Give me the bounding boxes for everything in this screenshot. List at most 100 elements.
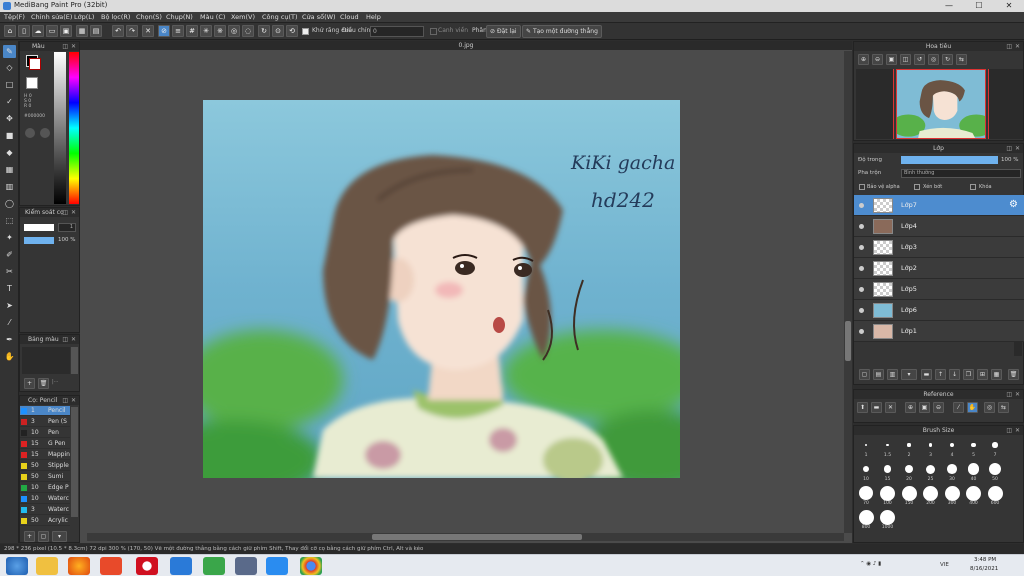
ref-close-icon[interactable]: ✕	[885, 402, 896, 413]
brush-size-dot[interactable]	[971, 442, 976, 448]
cloud-icon[interactable]: ☁	[32, 25, 44, 37]
computer-icon[interactable]	[235, 557, 257, 575]
layer-menu-icon[interactable]: ▾	[901, 369, 917, 380]
eye-icon[interactable]	[859, 329, 864, 334]
menu-color[interactable]: Màu (C)	[200, 13, 225, 21]
layer-row[interactable]: Lớp1	[854, 321, 1024, 342]
brush-list-scrollbar[interactable]	[71, 407, 78, 517]
parallel-snap-icon[interactable]: ≡	[172, 25, 184, 37]
brush-size-dot[interactable]	[907, 443, 911, 447]
v-scrollbar[interactable]	[844, 51, 852, 533]
layer-row[interactable]: Lớp7 ⚙	[854, 195, 1024, 216]
new-layer-icon[interactable]: ▢	[859, 369, 870, 380]
brush-size-dot[interactable]	[858, 509, 874, 525]
h-scrollbar[interactable]	[87, 533, 844, 541]
brush-list-item[interactable]: 3 Waterc	[20, 505, 70, 515]
menu-edit[interactable]: Chỉnh sửa(E)	[31, 13, 72, 21]
brush-list-item[interactable]: 10 Edge P	[20, 483, 70, 493]
brush-size-dot[interactable]	[923, 485, 938, 501]
gradient-tool-icon[interactable]: ▦	[3, 163, 16, 176]
tray-icons[interactable]: ⌃ ◉ ♪ ▮	[860, 561, 881, 567]
antialias-checkbox[interactable]	[302, 28, 309, 35]
pin-icon[interactable]: ◫	[1006, 42, 1012, 51]
brush-list-item[interactable]: 50 Acrylic	[20, 516, 70, 526]
utility-icon[interactable]	[203, 557, 225, 575]
fit-icon[interactable]: ▣	[886, 54, 897, 65]
pin-icon[interactable]: ◫	[62, 335, 68, 344]
brush-size-dot[interactable]	[967, 463, 980, 475]
menu-file[interactable]: Tệp(F)	[4, 13, 25, 21]
brush-list-item[interactable]: 3 Pen (S	[20, 417, 70, 427]
move-tool-icon[interactable]: ✥	[3, 112, 16, 125]
brush-size-dot[interactable]	[992, 442, 998, 448]
brush-size-dot[interactable]	[880, 485, 895, 501]
close-icon[interactable]: ✕	[71, 208, 76, 217]
document-tab[interactable]: 0.jpg	[80, 41, 852, 50]
merge-icon[interactable]: ⊞	[977, 369, 988, 380]
close-icon[interactable]: ✕	[1015, 390, 1020, 399]
layer-row[interactable]: Lớp6	[854, 300, 1024, 321]
select-pen-icon[interactable]: ✐	[3, 248, 16, 261]
edge-icon[interactable]	[170, 557, 192, 575]
make-line-button[interactable]: ✎ Tạo một đường thẳng	[522, 25, 602, 38]
select-tool-icon[interactable]: ⬚	[3, 214, 16, 227]
brush-list-item[interactable]: 1 Pencil	[20, 406, 70, 416]
clock-date[interactable]: 8/16/2021	[970, 566, 998, 572]
brush-size-dot[interactable]	[880, 509, 895, 525]
folder-icon[interactable]: ▬	[921, 369, 932, 380]
move-down-icon[interactable]: ↓	[949, 369, 960, 380]
curve-snap-icon[interactable]: ◌	[242, 25, 254, 37]
panel-icon[interactable]: ▤	[90, 25, 102, 37]
canvas-area[interactable]: 0.jpg KiKi gacha hd242	[80, 41, 852, 543]
artwork-canvas[interactable]: KiKi gacha hd242	[203, 100, 680, 478]
menu-tools[interactable]: Công cụ(T)	[262, 13, 298, 21]
ref-hand-icon[interactable]: ✋	[967, 402, 978, 413]
layer-opacity-slider[interactable]	[901, 156, 998, 164]
ref-open-icon[interactable]: ▬	[871, 402, 882, 413]
snap-off-icon[interactable]: ⊘	[158, 25, 170, 37]
rotate-icon[interactable]: ↻	[258, 25, 270, 37]
zoom-icon[interactable]: ⊙	[272, 25, 284, 37]
clock-time[interactable]: 3:48 PM	[974, 557, 996, 563]
radial-snap-icon[interactable]: ※	[214, 25, 226, 37]
language-indicator[interactable]: VIE	[940, 562, 949, 568]
brush-size-dot[interactable]	[883, 465, 892, 473]
add-color-icon[interactable]: +	[24, 378, 35, 389]
rotate-reset-icon[interactable]: ◎	[928, 54, 939, 65]
new-file-icon[interactable]: ▯	[18, 25, 30, 37]
select-eraser-icon[interactable]: ✂	[3, 265, 16, 278]
cross-snap-icon[interactable]: #	[186, 25, 198, 37]
eyedropper-icon[interactable]: ⁄	[3, 316, 16, 329]
clear-icon[interactable]: ▦	[991, 369, 1002, 380]
brush-menu-icon[interactable]: ▾	[52, 531, 67, 542]
pin-icon[interactable]: ◫	[1006, 390, 1012, 399]
firefox-icon[interactable]	[68, 557, 90, 575]
brush-list-item[interactable]: 10 Waterc	[20, 494, 70, 504]
minimize-button[interactable]: —	[934, 0, 964, 12]
cut-tool-icon[interactable]: ▥	[3, 180, 16, 193]
h-scroll-thumb[interactable]	[372, 534, 582, 540]
new-halftone-layer-icon[interactable]: ▤	[873, 369, 884, 380]
brush-list-item[interactable]: 10 Pen	[20, 428, 70, 438]
new-8bit-layer-icon[interactable]: ▥	[887, 369, 898, 380]
brush-settings-icon[interactable]: ▢	[38, 531, 49, 542]
brush-size-dot[interactable]	[901, 485, 917, 501]
brush-size-slider[interactable]	[24, 224, 54, 231]
ref-eyedropper-icon[interactable]: ⁄	[953, 402, 964, 413]
brush-size-value[interactable]: 1	[58, 223, 76, 232]
comment-icon[interactable]: ▭	[46, 25, 58, 37]
deselect-icon[interactable]: ✕	[142, 25, 154, 37]
move-up-icon[interactable]: ↑	[935, 369, 946, 380]
flip-icon[interactable]: ⟲	[286, 25, 298, 37]
eraser-tool-icon[interactable]: ◇	[3, 61, 16, 74]
hand-tool-icon[interactable]: ✋	[3, 350, 16, 363]
palette-circle-icon[interactable]	[25, 128, 35, 138]
layer-row[interactable]: Lớp5	[854, 279, 1024, 300]
magic-wand-icon[interactable]: ✦	[3, 231, 16, 244]
palette-scrollbar[interactable]	[71, 347, 78, 374]
navigator-thumbnail[interactable]	[896, 69, 986, 139]
undo-icon[interactable]: ↶	[112, 25, 124, 37]
brush-size-dot[interactable]	[926, 464, 935, 474]
ref-fit-icon[interactable]: ▣	[919, 402, 930, 413]
layer-row[interactable]: Lớp4	[854, 216, 1024, 237]
